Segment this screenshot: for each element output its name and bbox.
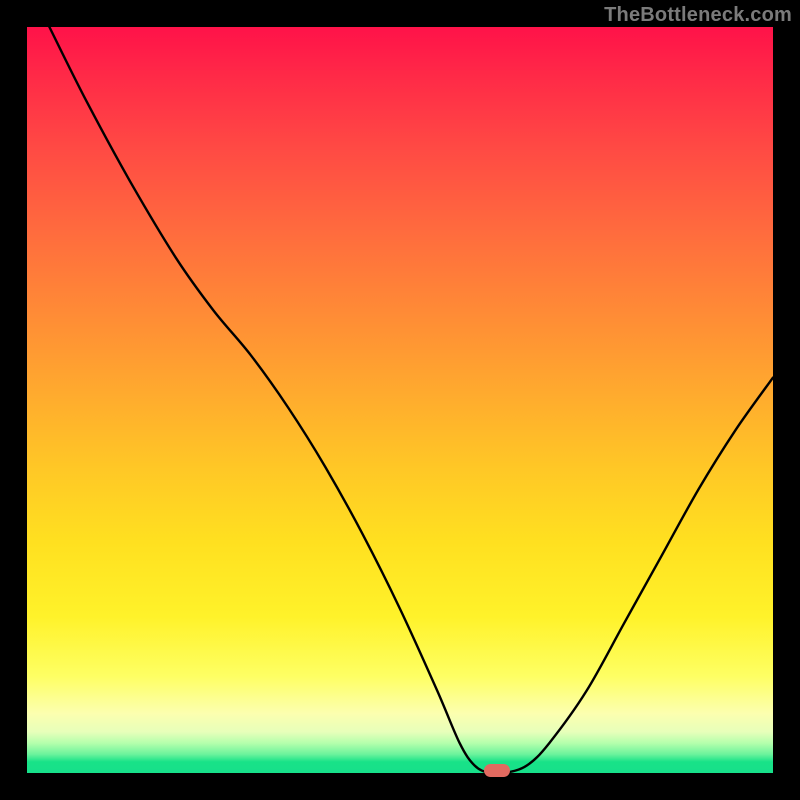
bottleneck-curve: [49, 27, 773, 774]
watermark-text: TheBottleneck.com: [604, 4, 792, 27]
optimal-marker: [484, 764, 510, 777]
curve-layer: [27, 27, 773, 773]
chart-frame: TheBottleneck.com: [0, 0, 800, 800]
